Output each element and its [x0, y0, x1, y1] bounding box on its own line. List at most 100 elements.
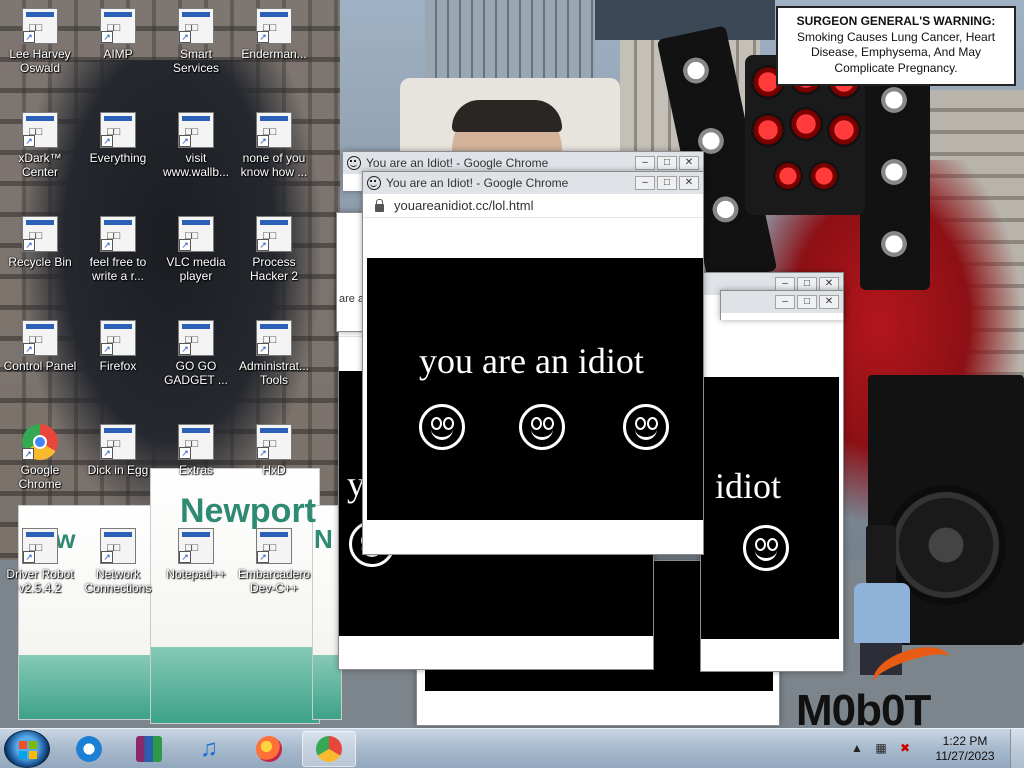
desktop-icon[interactable]: ↗ Lee Harvey Oswald	[0, 8, 80, 75]
itunes-icon: ♫	[200, 735, 218, 762]
desktop-icon[interactable]: ↗ Recycle Bin	[0, 216, 80, 269]
everything-icon: ↗	[100, 112, 136, 148]
desktop-icon[interactable]: ↗ Network Connections	[78, 528, 158, 595]
chrome-icon: ↗	[22, 424, 58, 460]
volume-muted-icon[interactable]: ✖	[896, 741, 914, 757]
recycle-bin-icon: ↗	[22, 216, 58, 252]
desktop-icon-label: Google Chrome	[18, 463, 62, 491]
smiley-face-icon	[419, 404, 465, 450]
building-top-center	[425, 0, 595, 80]
browser-window[interactable]: – □ ✕	[720, 290, 844, 320]
warning-heading: SURGEON GENERAL'S WARNING:	[796, 14, 996, 28]
minimize-button[interactable]: –	[775, 277, 795, 291]
desktop-icon[interactable]: ↗ Extras	[156, 424, 236, 477]
desktop-icon-label: Everything	[89, 151, 147, 165]
window-title: You are an Idiot! - Google Chrome	[386, 176, 569, 190]
browser-window-front[interactable]: You are an Idiot! - Google Chrome – □ ✕ …	[362, 171, 704, 555]
desktop-icon-label: VLC media player	[166, 255, 226, 283]
desktop-icon-label: Extras	[178, 463, 213, 477]
desktop-icon-label: HxD	[262, 463, 286, 477]
network-tray-icon[interactable]: ▦	[872, 741, 890, 757]
wallpaper-logo-text: M0b0T	[796, 686, 931, 728]
close-button[interactable]: ✕	[819, 295, 839, 309]
desktop-icon-label: visit www.wallb...	[162, 151, 230, 179]
desktop-icon[interactable]: ↗ Control Panel	[0, 320, 80, 373]
none-of-you-icon: ↗	[256, 112, 292, 148]
gadget-icon: ↗	[178, 320, 214, 356]
enderman-icon: ↗	[256, 8, 292, 44]
shortcut-arrow-icon: ↗	[179, 551, 191, 563]
smiley-face-icon	[623, 404, 669, 450]
maximize-button[interactable]: □	[797, 277, 817, 291]
start-button[interactable]	[4, 730, 50, 768]
maximize-button[interactable]: □	[657, 156, 677, 170]
maximize-button[interactable]: □	[657, 176, 677, 190]
desktop-icon[interactable]: ↗ Process Hacker 2	[234, 216, 314, 283]
taskbar-internet-explorer-button[interactable]	[62, 731, 116, 767]
page-content: you are an idiot	[367, 258, 703, 520]
desktop-icon[interactable]: ↗ Everything	[78, 112, 158, 165]
desktop-icon[interactable]: ↗ visit www.wallb...	[156, 112, 236, 179]
browser-window[interactable]: – □ ✕ idiot	[700, 272, 844, 672]
desktop-icon-label: Driver Robot v2.5.4.2	[6, 567, 74, 595]
desktop-icon[interactable]: ↗ VLC media player	[156, 216, 236, 283]
show-desktop-button[interactable]	[1010, 729, 1024, 768]
toilet-hair	[452, 100, 562, 132]
desktop-icon[interactable]: ↗ Smart Services	[156, 8, 236, 75]
vlc-icon: ↗	[178, 216, 214, 252]
desktop-icon[interactable]: ↗ Dick in Egg	[78, 424, 158, 477]
close-button[interactable]: ✕	[679, 156, 699, 170]
desktop-icon[interactable]: ↗ Driver Robot v2.5.4.2	[0, 528, 80, 595]
text-file-icon: ↗	[100, 216, 136, 252]
minimize-button[interactable]: –	[635, 156, 655, 170]
extras-icon: ↗	[178, 424, 214, 460]
taskbar-itunes-button[interactable]: ♫	[182, 731, 236, 767]
desktop-icon[interactable]: ↗ AIMP	[78, 8, 158, 61]
address-bar[interactable]: youareanidiot.cc/lol.html	[363, 194, 703, 218]
window-titlebar[interactable]: – □ ✕	[721, 291, 843, 313]
newport-logo: Newport	[180, 492, 316, 530]
winrar-icon	[136, 736, 162, 762]
window-titlebar[interactable]: You are an Idiot! - Google Chrome – □ ✕	[363, 172, 703, 194]
windows-logo-icon	[19, 741, 37, 759]
maximize-button[interactable]: □	[797, 295, 817, 309]
shortcut-arrow-icon: ↗	[257, 135, 269, 147]
desktop-icon-label: Dick in Egg	[87, 463, 149, 477]
close-button[interactable]: ✕	[819, 277, 839, 291]
desktop-icon[interactable]: ↗ Administrat... Tools	[234, 320, 314, 387]
minimize-button[interactable]: –	[635, 176, 655, 190]
shortcut-arrow-icon: ↗	[101, 343, 113, 355]
desktop-icon[interactable]: ↗ HxD	[234, 424, 314, 477]
shortcut-arrow-icon: ↗	[179, 135, 191, 147]
tab-fragment: are a	[339, 293, 364, 305]
taskbar-winrar-button[interactable]	[122, 731, 176, 767]
idiot-message: you are an idiot	[419, 341, 644, 381]
desktop-icon-label: xDark™ Center	[18, 151, 62, 179]
desktop-icon[interactable]: ↗ xDark™ Center	[0, 112, 80, 179]
chrome-icon	[316, 736, 342, 762]
desktop-icon-label: Network Connections	[84, 567, 152, 595]
desktop-icon[interactable]: ↗ Enderman...	[234, 8, 314, 61]
browser-window[interactable]: are a	[336, 212, 364, 332]
desktop-icon[interactable]: ↗ Notepad++	[156, 528, 236, 581]
desktop-icon-label: Enderman...	[241, 47, 307, 61]
taskbar-chrome-button[interactable]	[302, 731, 356, 767]
clock[interactable]: 1:22 PM 11/27/2023	[920, 734, 1010, 764]
warning-body: Smoking Causes Lung Cancer, Heart Diseas…	[796, 29, 996, 75]
taskbar-firefox-button[interactable]	[242, 731, 296, 767]
document-icon: ↗	[178, 112, 214, 148]
desktop-icon[interactable]: ↗ Firefox	[78, 320, 158, 373]
desktop-icon-label: Notepad++	[166, 567, 226, 581]
minimize-button[interactable]: –	[775, 295, 795, 309]
process-hacker-icon: ↗	[256, 216, 292, 252]
close-button[interactable]: ✕	[679, 176, 699, 190]
tray-expand-icon[interactable]: ▲	[848, 741, 866, 757]
shortcut-arrow-icon: ↗	[22, 448, 34, 460]
desktop-icon[interactable]: ↗ GO GO GADGET ...	[156, 320, 236, 387]
desktop-icon[interactable]: ↗ feel free to write a r...	[78, 216, 158, 283]
desktop-icon[interactable]: ↗ Embarcadero Dev-C++	[234, 528, 314, 595]
desktop-icon[interactable]: ↗ Google Chrome	[0, 424, 80, 491]
desktop-icon[interactable]: ↗ none of you know how ...	[234, 112, 314, 179]
clock-date: 11/27/2023	[935, 749, 995, 763]
shortcut-arrow-icon: ↗	[101, 135, 113, 147]
